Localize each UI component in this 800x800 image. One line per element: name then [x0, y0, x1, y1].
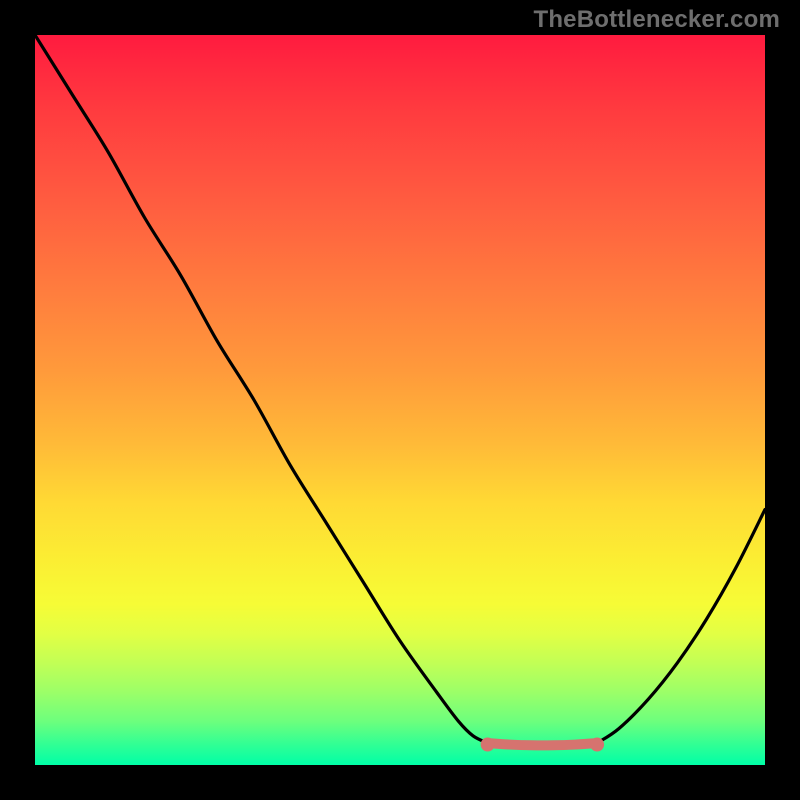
optimal-range-end-dot — [590, 738, 604, 752]
chart-frame: TheBottlenecker.com — [0, 0, 800, 800]
left-descending-curve — [35, 35, 488, 743]
watermark-text: TheBottlenecker.com — [533, 6, 780, 34]
optimal-range-start-dot — [481, 738, 495, 752]
curve-layer — [35, 35, 765, 765]
plot-area — [35, 35, 765, 765]
right-ascending-curve — [597, 510, 765, 744]
optimal-range-highlight — [488, 743, 597, 745]
